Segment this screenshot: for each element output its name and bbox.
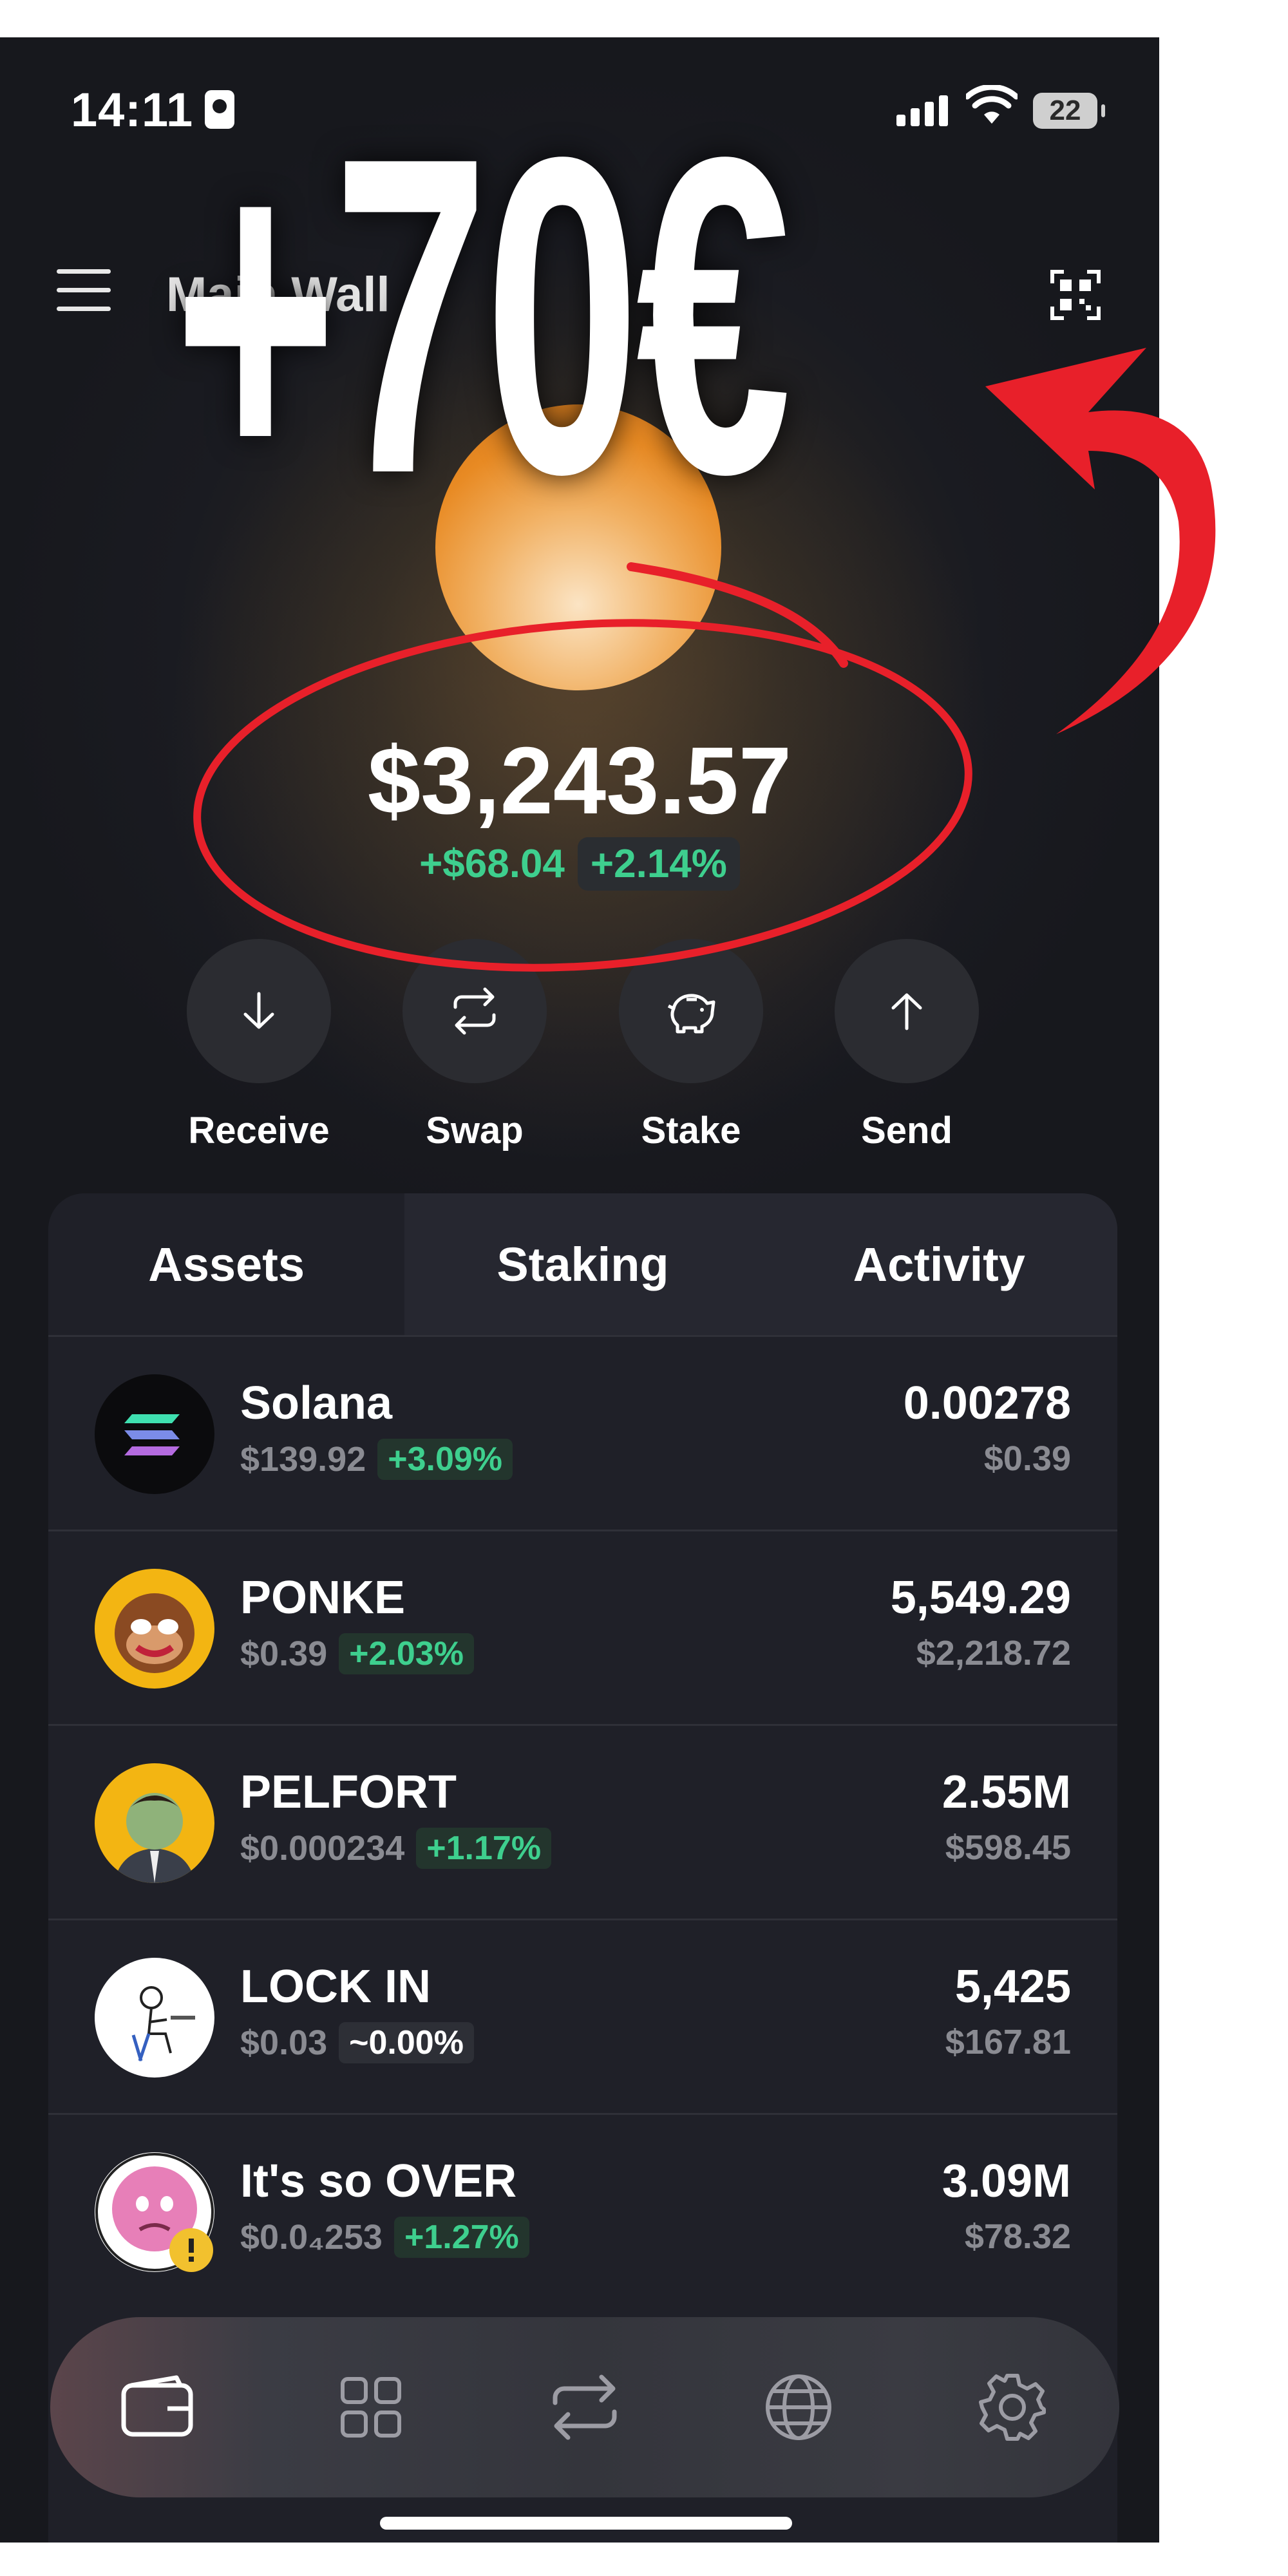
wifi-icon xyxy=(966,85,1018,124)
asset-name: Solana xyxy=(240,1378,393,1429)
stake-button[interactable]: Stake xyxy=(617,939,765,1152)
asset-price: $0.03 xyxy=(240,2023,328,2062)
arrow-down-icon xyxy=(243,992,274,1029)
asset-row-solana[interactable]: Solana $139.92 +3.09% 0.00278 $0.39 xyxy=(48,1335,1117,1530)
asset-value: $598.45 xyxy=(945,1828,1071,1867)
wallet-icon xyxy=(121,2375,193,2437)
tab-assets[interactable]: Assets xyxy=(48,1193,405,1335)
settings-gear-icon xyxy=(979,2374,1046,2441)
asset-amount: 5,549.29 xyxy=(890,1572,1071,1624)
asset-name: PONKE xyxy=(240,1572,406,1624)
asset-price-line: $0.39 +2.03% xyxy=(240,1633,474,1674)
receive-button[interactable]: Receive xyxy=(185,939,333,1152)
asset-row-ponke[interactable]: PONKE $0.39 +2.03% 5,549.29 $2,218.72 xyxy=(48,1530,1117,1724)
swap-icon xyxy=(453,987,496,1035)
balance-change: +$68.04 +2.14% xyxy=(0,837,1159,891)
asset-name: PELFORT xyxy=(240,1766,457,1818)
globe-icon xyxy=(766,2374,831,2440)
nav-wallet[interactable] xyxy=(99,2349,215,2465)
asset-amount: 2.55M xyxy=(942,1766,1071,1818)
cellular-signal-icon xyxy=(896,94,948,126)
total-balance: $3,243.57 xyxy=(367,728,792,834)
tab-staking[interactable]: Staking xyxy=(404,1193,761,1335)
hamburger-icon[interactable] xyxy=(57,269,111,314)
its-so-over-logo-icon xyxy=(95,2152,214,2272)
asset-change: +1.27% xyxy=(393,2217,529,2258)
phone-screen: 14:11 22 Main Wall $3,243.57 +$68.04 +2.… xyxy=(0,37,1159,2543)
asset-value: $0.39 xyxy=(983,1439,1071,1478)
asset-price: $0.000234 xyxy=(240,1829,405,1868)
asset-name: LOCK IN xyxy=(240,1961,431,2012)
asset-amount: 0.00278 xyxy=(903,1378,1071,1429)
asset-row-its-so-over[interactable]: It's so OVER $0.0₄253 +1.27% 3.09M $78.3… xyxy=(48,2113,1117,2307)
bottom-nav xyxy=(50,2317,1119,2497)
asset-value: $2,218.72 xyxy=(916,1634,1071,1672)
arrow-up-icon xyxy=(891,993,922,1030)
home-indicator[interactable] xyxy=(380,2517,792,2530)
stake-label: Stake xyxy=(641,1110,741,1151)
nav-explore[interactable] xyxy=(741,2349,857,2465)
balance-change-percent: +2.14% xyxy=(577,837,740,891)
solana-logo-icon xyxy=(95,1374,214,1494)
asset-change: +1.17% xyxy=(416,1828,552,1869)
asset-price-line: $0.000234 +1.17% xyxy=(240,1828,552,1869)
ponke-logo-icon xyxy=(95,1569,214,1689)
nav-settings[interactable] xyxy=(954,2349,1070,2465)
asset-price-line: $0.03 ~0.00% xyxy=(240,2022,474,2063)
asset-value: $167.81 xyxy=(945,2023,1071,2061)
asset-change: +3.09% xyxy=(377,1439,513,1480)
asset-value: $78.32 xyxy=(964,2217,1071,2256)
asset-amount: 5,425 xyxy=(954,1961,1071,2012)
tab-bar: Assets Staking Activity xyxy=(48,1193,1117,1335)
asset-price-line: $0.0₄253 +1.27% xyxy=(240,2217,529,2258)
swap-label: Swap xyxy=(426,1110,524,1151)
overlay-profit-text: +70€ xyxy=(174,64,791,567)
piggy-bank-icon xyxy=(667,994,715,1034)
send-button[interactable]: Send xyxy=(833,939,981,1152)
asset-row-lock-in[interactable]: LOCK IN $0.03 ~0.00% 5,425 $167.81 xyxy=(48,1918,1117,2113)
asset-price: $0.39 xyxy=(240,1634,328,1673)
qr-scan-icon[interactable] xyxy=(1050,269,1101,321)
lock-in-logo-icon xyxy=(95,1958,214,2078)
asset-amount: 3.09M xyxy=(942,2155,1071,2207)
asset-name: It's so OVER xyxy=(240,2155,517,2207)
swap-icon xyxy=(553,2374,617,2440)
tab-activity[interactable]: Activity xyxy=(761,1193,1117,1335)
asset-price-line: $139.92 +3.09% xyxy=(240,1439,513,1480)
asset-price: $139.92 xyxy=(240,1440,366,1479)
send-label: Send xyxy=(861,1110,952,1151)
swap-button[interactable]: Swap xyxy=(401,939,549,1152)
balance-change-amount: +$68.04 xyxy=(419,842,565,886)
asset-change: ~0.00% xyxy=(339,2022,474,2063)
grid-icon xyxy=(341,2377,401,2438)
battery-indicator: 22 xyxy=(1033,93,1105,129)
nav-swap[interactable] xyxy=(527,2349,643,2465)
asset-price: $0.0₄253 xyxy=(240,2218,383,2257)
pelfort-logo-icon xyxy=(95,1763,214,1883)
nav-collectibles[interactable] xyxy=(313,2349,429,2465)
asset-change: +2.03% xyxy=(339,1633,474,1674)
receive-label: Receive xyxy=(188,1110,330,1151)
asset-row-pelfort[interactable]: PELFORT $0.000234 +1.17% 2.55M $598.45 xyxy=(48,1724,1117,1918)
